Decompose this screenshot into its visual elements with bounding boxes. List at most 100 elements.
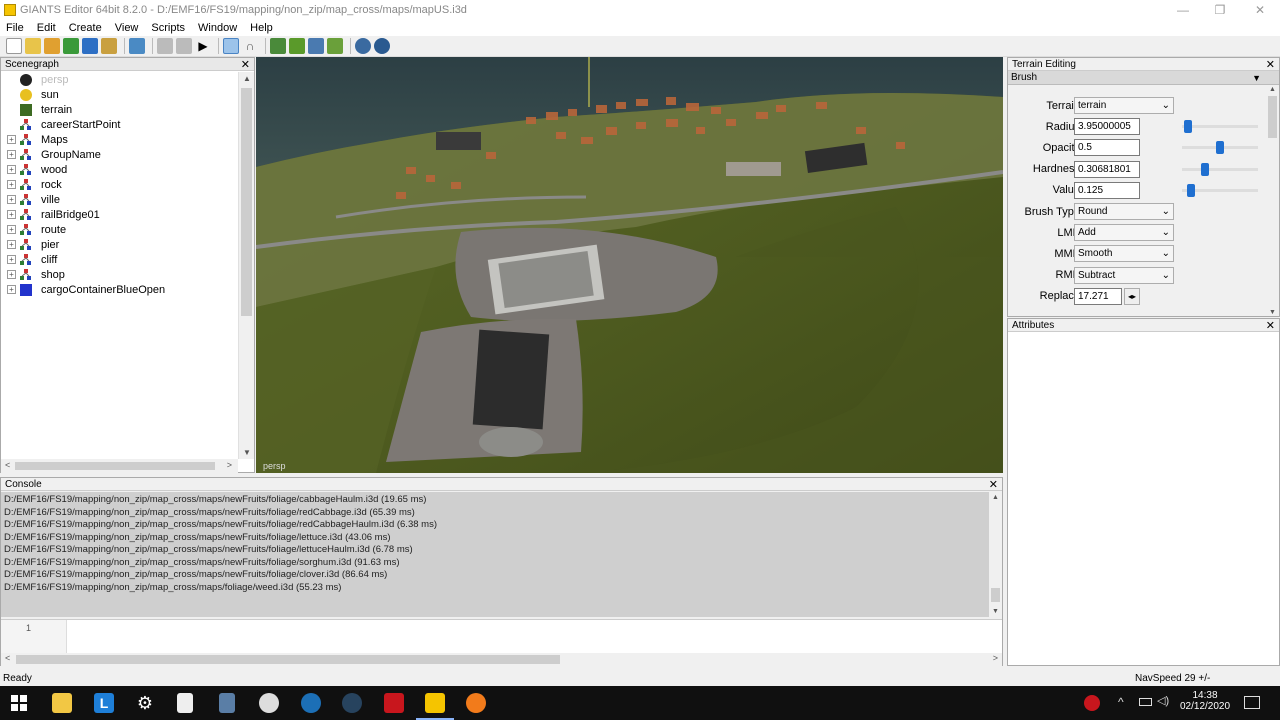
- expand-icon[interactable]: +: [7, 240, 16, 249]
- obs-icon[interactable]: [259, 693, 279, 713]
- scenegraph-item-route[interactable]: + route: [1, 222, 237, 237]
- magnet-icon[interactable]: ∩: [242, 38, 258, 54]
- expand-icon[interactable]: +: [7, 180, 16, 189]
- expand-icon[interactable]: +: [7, 270, 16, 279]
- scenegraph-item-shop[interactable]: + shop: [1, 267, 237, 282]
- expand-icon[interactable]: +: [7, 195, 16, 204]
- new-file-icon[interactable]: [6, 38, 22, 54]
- scrollbar-thumb[interactable]: [15, 462, 215, 470]
- value-input[interactable]: 0.125: [1074, 181, 1140, 199]
- open-folder-icon[interactable]: [25, 38, 41, 54]
- maximize-button[interactable]: ❐: [1200, 0, 1240, 20]
- steam-icon[interactable]: [342, 693, 362, 713]
- scenegraph-item-persp[interactable]: persp: [1, 72, 237, 87]
- rotate-gear-icon[interactable]: [355, 38, 371, 54]
- scroll-up-icon[interactable]: ▲: [243, 74, 251, 83]
- settings-gear-icon[interactable]: ⚙: [135, 693, 155, 713]
- notifications-icon[interactable]: [1244, 696, 1260, 709]
- scroll-left-icon[interactable]: <: [5, 460, 10, 470]
- scenegraph-item-careerstartpoint[interactable]: careerStartPoint: [1, 117, 237, 132]
- launcher-l-icon[interactable]: L: [94, 693, 114, 713]
- spin-arrows-icon[interactable]: ◂▸: [1124, 287, 1140, 305]
- scenegraph-item-terrain[interactable]: terrain: [1, 102, 237, 117]
- scroll-right-icon[interactable]: >: [993, 653, 998, 663]
- radius-input[interactable]: 3.95000005: [1074, 118, 1140, 136]
- volume-icon[interactable]: ◁): [1157, 694, 1169, 707]
- opacity-slider[interactable]: [1182, 141, 1258, 155]
- scroll-right-icon[interactable]: >: [227, 460, 232, 470]
- slider-handle[interactable]: [1216, 141, 1224, 155]
- menu-edit[interactable]: Edit: [37, 22, 56, 34]
- lmb-select[interactable]: Add ⌄: [1074, 224, 1174, 242]
- expand-icon[interactable]: +: [7, 285, 16, 294]
- scenegraph-vertical-scrollbar[interactable]: ▲ ▼: [238, 72, 254, 459]
- menu-scripts[interactable]: Scripts: [151, 22, 185, 34]
- giants-editor-icon[interactable]: [425, 693, 445, 713]
- rmb-select[interactable]: Subtract ⌄: [1074, 266, 1174, 284]
- export-icon[interactable]: [101, 38, 117, 54]
- close-icon[interactable]: ✕: [1266, 319, 1275, 332]
- battery-icon[interactable]: [1139, 698, 1152, 706]
- expand-icon[interactable]: +: [7, 210, 16, 219]
- scroll-left-icon[interactable]: <: [5, 653, 10, 663]
- scroll-up-icon[interactable]: ▲: [1269, 86, 1276, 93]
- console-horizontal-scrollbar[interactable]: < >: [1, 653, 1002, 666]
- 3d-viewport[interactable]: persp: [256, 57, 1003, 473]
- hardness-slider[interactable]: [1182, 162, 1258, 176]
- undo-icon[interactable]: [157, 38, 173, 54]
- close-icon[interactable]: ✕: [241, 58, 250, 71]
- console-vertical-scrollbar[interactable]: ▲ ▼: [989, 492, 1002, 617]
- scenegraph-horizontal-scrollbar[interactable]: < >: [1, 459, 238, 473]
- save-icon[interactable]: [82, 38, 98, 54]
- scenegraph-item-maps[interactable]: + Maps: [1, 132, 237, 147]
- close-icon[interactable]: ✕: [1266, 58, 1275, 71]
- redo-icon[interactable]: [176, 38, 192, 54]
- slider-handle[interactable]: [1184, 120, 1193, 134]
- menu-create[interactable]: Create: [69, 22, 102, 34]
- antivirus-icon[interactable]: [1084, 695, 1100, 711]
- expand-icon[interactable]: +: [7, 165, 16, 174]
- scenegraph-item-ville[interactable]: + ville: [1, 192, 237, 207]
- expand-icon[interactable]: +: [7, 150, 16, 159]
- scenegraph-item-sun[interactable]: sun: [1, 87, 237, 102]
- clock[interactable]: 14:38 02/12/2020: [1180, 690, 1230, 712]
- menu-view[interactable]: View: [115, 22, 139, 34]
- plant-icon[interactable]: [327, 38, 343, 54]
- menu-file[interactable]: File: [6, 22, 24, 34]
- mmb-select[interactable]: Smooth ⌄: [1074, 245, 1174, 263]
- opacity-input[interactable]: 0.5: [1074, 139, 1140, 157]
- close-window-button[interactable]: ✕: [1240, 0, 1280, 20]
- terrain-sculpt-icon[interactable]: [289, 38, 305, 54]
- expand-icon[interactable]: +: [7, 255, 16, 264]
- scenegraph-item-railbridge01[interactable]: + railBridge01: [1, 207, 237, 222]
- firefox-icon[interactable]: [466, 693, 486, 713]
- radius-slider[interactable]: [1182, 120, 1258, 134]
- expand-icon[interactable]: +: [7, 135, 16, 144]
- file-explorer-icon[interactable]: [52, 693, 72, 713]
- play-icon[interactable]: ▶: [195, 38, 211, 54]
- terrain-panel-scrollbar[interactable]: ▲ ▼: [1266, 86, 1279, 316]
- calculator-icon[interactable]: [219, 693, 235, 713]
- edit-file-icon[interactable]: [44, 38, 60, 54]
- scenegraph-item-wood[interactable]: + wood: [1, 162, 237, 177]
- scroll-down-icon[interactable]: ▼: [243, 448, 251, 457]
- slider-handle[interactable]: [1187, 183, 1196, 197]
- foliage-paint-icon[interactable]: [308, 38, 324, 54]
- refresh-scene-icon[interactable]: [129, 38, 145, 54]
- brush-type-select[interactable]: Round ⌄: [1074, 203, 1174, 220]
- scenegraph-item-pier[interactable]: + pier: [1, 237, 237, 252]
- musescore-icon[interactable]: [301, 693, 321, 713]
- windows-start-icon[interactable]: [10, 694, 28, 712]
- scroll-down-icon[interactable]: ▼: [1269, 309, 1276, 316]
- scenegraph-item-cliff[interactable]: + cliff: [1, 252, 237, 267]
- scenegraph-item-groupname[interactable]: + GroupName: [1, 147, 237, 162]
- scrollbar-thumb[interactable]: [241, 88, 252, 316]
- scrollbar-thumb[interactable]: [16, 655, 560, 664]
- scroll-down-icon[interactable]: ▼: [992, 608, 999, 615]
- scrollbar-thumb[interactable]: [991, 588, 1000, 602]
- terrain-paint-icon[interactable]: [270, 38, 286, 54]
- value-slider[interactable]: [1182, 183, 1258, 197]
- minimize-button[interactable]: —: [1163, 0, 1203, 20]
- menu-window[interactable]: Window: [198, 22, 237, 34]
- terrain-select[interactable]: terrain ⌄: [1074, 97, 1174, 114]
